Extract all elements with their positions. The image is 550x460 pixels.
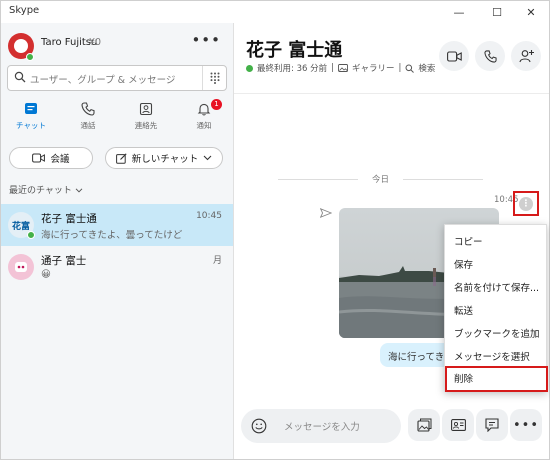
search-icon: [405, 64, 415, 73]
more-options-icon[interactable]: •••: [191, 31, 221, 49]
tab-contacts-label: 連絡先: [134, 121, 158, 130]
chat-time: 10:45: [196, 211, 222, 221]
chat-list-item[interactable]: 花富 花子 富士通 海に行ってきたよ、曇ってたけど 10:45: [1, 204, 233, 246]
robot-avatar-icon: [15, 262, 27, 272]
tab-notifications[interactable]: 1 通知: [175, 99, 233, 140]
tab-notifications-label: 通知: [196, 121, 212, 130]
sent-icon: [320, 208, 332, 218]
audio-call-button[interactable]: [475, 41, 505, 71]
gallery-icon: [338, 64, 348, 72]
chevron-down-icon: [75, 188, 83, 193]
video-icon: [446, 50, 462, 62]
recent-chats-label: 最近のチャット: [9, 186, 72, 196]
chat-name: 花子 富士通: [41, 213, 97, 225]
message-context-menu: コピー 保存 名前を付けて保存... 転送 ブックマークを追加 メッセージを選択…: [444, 224, 548, 392]
divider-line: [403, 179, 483, 180]
profile-face-icon: [14, 39, 28, 53]
more-actions-button[interactable]: •••: [510, 409, 542, 441]
send-contact-button[interactable]: [442, 409, 474, 441]
video-call-button[interactable]: [439, 41, 469, 71]
tab-chats-label: チャット: [16, 121, 46, 130]
add-people-button[interactable]: [511, 41, 541, 71]
add-person-icon: [518, 50, 534, 63]
notification-badge: 1: [211, 99, 222, 110]
header-divider: [234, 93, 549, 94]
phone-icon: [81, 102, 95, 116]
sidebar: Taro Fujitsu ¥0 ••• ユーザー、グループ & メッセージ チャ…: [1, 23, 234, 459]
meeting-button[interactable]: 会議: [9, 147, 93, 169]
chat-name: 通子 富士: [41, 255, 87, 267]
profile-credit[interactable]: ¥0: [89, 37, 101, 48]
online-status-icon: [26, 53, 34, 61]
chat-icon: [25, 103, 37, 114]
media-gallery-icon: [416, 418, 431, 432]
message-composer[interactable]: メッセージを入力: [241, 409, 401, 443]
recent-chats-toggle[interactable]: 最近のチャット: [9, 183, 83, 196]
online-status-icon: [27, 231, 35, 239]
chevron-down-icon: [203, 155, 212, 161]
chat-time: 月: [212, 256, 222, 266]
menu-item-save[interactable]: 保存: [445, 252, 548, 275]
divider: |: [398, 63, 402, 73]
menu-item-delete[interactable]: 削除: [445, 366, 548, 392]
skype-window: Skype — ☐ ✕ Taro Fujitsu ¥0 ••• ユーザー、グルー…: [0, 0, 550, 460]
tab-chats[interactable]: チャット: [2, 102, 60, 140]
video-icon: [32, 153, 46, 163]
bell-icon: [197, 103, 211, 116]
dialpad-icon[interactable]: [202, 66, 226, 90]
conversation-title[interactable]: 花子 富士通: [246, 36, 342, 62]
search-icon: [14, 71, 26, 83]
minimize-button[interactable]: —: [441, 1, 477, 23]
last-seen: 最終利用: 36 分前: [257, 64, 328, 74]
phone-icon: [483, 49, 497, 63]
meeting-label: 会議: [50, 154, 70, 165]
new-chat-button[interactable]: 新しいチャット: [105, 147, 223, 169]
message-extras-icon: [485, 418, 499, 432]
divider: |: [331, 63, 334, 73]
search-input[interactable]: ユーザー、グループ & メッセージ: [30, 72, 175, 86]
title-bar: Skype — ☐ ✕: [1, 1, 549, 23]
conversation-pane: 花子 富士通 最終利用: 36 分前 | ギャラリー | 検索 今日 10:45: [234, 23, 549, 459]
compose-icon: [115, 152, 127, 164]
date-divider: 今日: [278, 173, 483, 185]
tab-contacts[interactable]: 連絡先: [117, 102, 175, 140]
more-options-icon: ⋮: [519, 196, 533, 211]
chat-list-item[interactable]: 通子 富士 😀 月: [1, 246, 233, 288]
chat-preview: 海に行ってきたよ、曇ってたけど: [41, 230, 183, 241]
menu-item-select-messages[interactable]: メッセージを選択: [445, 344, 548, 367]
tab-calls-label: 通話: [80, 121, 96, 130]
menu-item-copy[interactable]: コピー: [445, 229, 548, 252]
menu-item-forward[interactable]: 転送: [445, 298, 548, 321]
online-status-icon: [246, 64, 253, 72]
menu-item-add-bookmark[interactable]: ブックマークを追加: [445, 321, 548, 344]
media-button[interactable]: [408, 409, 440, 441]
avatar: [8, 254, 34, 280]
menu-item-save-as[interactable]: 名前を付けて保存...: [445, 275, 548, 298]
message-options-button[interactable]: ⋮: [513, 191, 539, 216]
conversation-search-link[interactable]: 検索: [418, 62, 435, 74]
maximize-button[interactable]: ☐: [479, 1, 515, 23]
message-extras-button[interactable]: [476, 409, 508, 441]
tab-calls[interactable]: 通話: [59, 102, 117, 140]
more-options-icon: •••: [512, 417, 539, 433]
new-chat-label: 新しいチャット: [131, 154, 199, 165]
gallery-link[interactable]: ギャラリー: [352, 62, 395, 74]
contacts-icon: [139, 102, 153, 116]
close-button[interactable]: ✕: [513, 1, 549, 23]
contact-card-icon: [450, 419, 466, 431]
emoji-icon[interactable]: [251, 418, 267, 434]
chat-preview: 😀: [41, 269, 51, 280]
search-box[interactable]: ユーザー、グループ & メッセージ: [7, 65, 227, 91]
window-title: Skype: [9, 5, 40, 16]
message-input[interactable]: メッセージを入力: [284, 419, 360, 433]
conversation-subtitle: 最終利用: 36 分前 | ギャラリー | 検索: [246, 62, 435, 74]
